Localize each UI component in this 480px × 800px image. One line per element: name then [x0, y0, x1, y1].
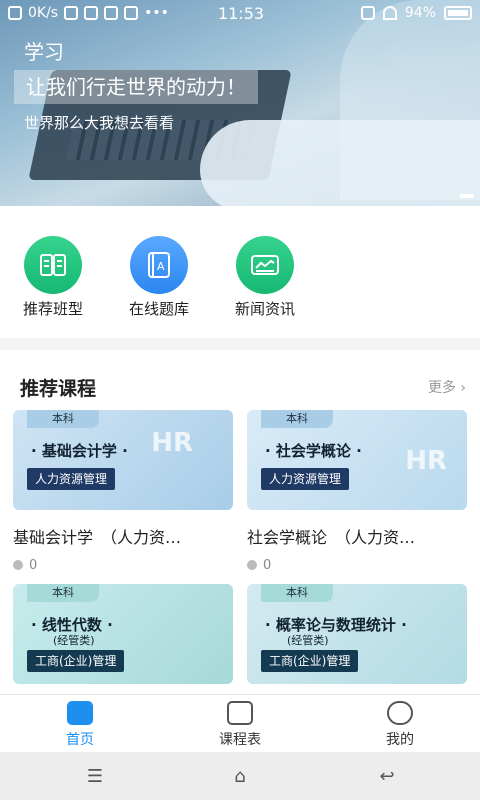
network-speed: 0K/s [28, 5, 59, 21]
recommended-courses-section: 推荐课程 更多 › 本科 · 基础会计学 · 人力资源管理 HR 基础会计学 （… [0, 350, 480, 694]
system-navigation-bar: ☰ ⌂ ↩ [0, 752, 480, 800]
quick-item-label: 新闻资讯 [234, 300, 295, 318]
section-title: 推荐课程 [20, 378, 97, 400]
person-icon [247, 560, 257, 570]
tab-home[interactable]: 首页 [20, 701, 140, 749]
wifi-icon [382, 6, 397, 20]
level-tag: 本科 [27, 410, 99, 428]
more-notifications-icon: ••• [144, 5, 169, 21]
back-icon[interactable]: ↩ [372, 766, 402, 787]
tab-label: 首页 [66, 732, 94, 748]
close-notification-icon [8, 6, 22, 20]
tab-label: 我的 [386, 732, 414, 748]
course-name[interactable]: 社会学概论 （人力资… [247, 524, 469, 548]
mute-icon [124, 6, 139, 20]
hr-decoration: HR [405, 446, 447, 476]
quick-item-question-bank[interactable]: A 在线题库 [114, 236, 204, 319]
level-tag: 本科 [261, 410, 333, 428]
tab-label: 课程表 [219, 732, 261, 748]
major-badge: 人力资源管理 [27, 468, 116, 490]
news-icon [236, 236, 294, 294]
level-tag: 本科 [27, 584, 99, 602]
vibrate-icon [360, 6, 375, 20]
home-list-icon [67, 701, 93, 725]
bottom-tab-bar: 首页 课程表 我的 [0, 694, 480, 752]
course-thumbnail-title: · 社会学概论 · [265, 442, 362, 460]
banner-title: 学习 [24, 40, 64, 64]
quick-item-recommended-classes[interactable]: 推荐班型 [8, 236, 98, 319]
major-badge: 工商(企业)管理 [27, 650, 125, 672]
hr-decoration: HR [151, 428, 193, 458]
battery-icon [444, 6, 472, 20]
app-notification-icon [84, 6, 99, 20]
hero-banner[interactable]: 学习 让我们行走世界的动力！ 世界那么大我想去看看 [0, 0, 480, 206]
enrollment-count-value: 0 [29, 558, 38, 573]
menu-icon[interactable]: ☰ [80, 766, 110, 787]
course-card-thumbnail[interactable]: 本科 · 概率论与数理统计 · (经管类) 工商(企业)管理 [247, 584, 467, 684]
quick-item-news[interactable]: 新闻资讯 [220, 236, 310, 319]
enrollment-count-value: 0 [263, 558, 272, 573]
clock: 11:53 [218, 4, 265, 23]
calendar-icon [227, 701, 253, 725]
user-icon [387, 701, 413, 725]
banner-slogan: 让我们行走世界的动力！ [14, 70, 258, 104]
course-thumbnail-subtitle: (经管类) [287, 634, 329, 647]
major-badge: 人力资源管理 [261, 468, 350, 490]
major-badge: 工商(企业)管理 [261, 650, 359, 672]
course-thumbnail-subtitle: (经管类) [53, 634, 95, 647]
status-bar: 0K/s ••• 11:53 94% [0, 0, 480, 28]
tab-schedule[interactable]: 课程表 [180, 701, 300, 749]
level-tag: 本科 [261, 584, 333, 602]
quick-menu: 推荐班型 A 在线题库 新闻资讯 [0, 206, 480, 338]
enrollment-count: 0 [247, 558, 271, 573]
battery-percent: 94% [404, 5, 436, 21]
course-card-thumbnail[interactable]: 本科 · 线性代数 · (经管类) 工商(企业)管理 [13, 584, 233, 684]
enrollment-count: 0 [13, 558, 37, 573]
tab-profile[interactable]: 我的 [340, 701, 460, 749]
book-icon [24, 236, 82, 294]
banner-photo-arm [200, 120, 480, 206]
question-bank-icon: A [130, 236, 188, 294]
banner-subtitle: 世界那么大我想去看看 [24, 114, 175, 132]
person-icon [13, 560, 23, 570]
home-icon[interactable]: ⌂ [225, 766, 255, 787]
svg-text:A: A [157, 260, 165, 273]
carousel-indicator [460, 194, 474, 198]
course-name[interactable]: 基础会计学 （人力资… [13, 524, 235, 548]
course-card-thumbnail[interactable]: 本科 · 社会学概论 · 人力资源管理 HR [247, 410, 467, 510]
more-link[interactable]: 更多 › [428, 377, 466, 397]
crown-icon [104, 6, 119, 20]
course-card-thumbnail[interactable]: 本科 · 基础会计学 · 人力资源管理 HR [13, 410, 233, 510]
course-thumbnail-title: · 基础会计学 · [31, 442, 128, 460]
quick-item-label: 推荐班型 [22, 300, 83, 318]
quick-item-label: 在线题库 [128, 300, 189, 318]
usb-icon [64, 6, 79, 20]
